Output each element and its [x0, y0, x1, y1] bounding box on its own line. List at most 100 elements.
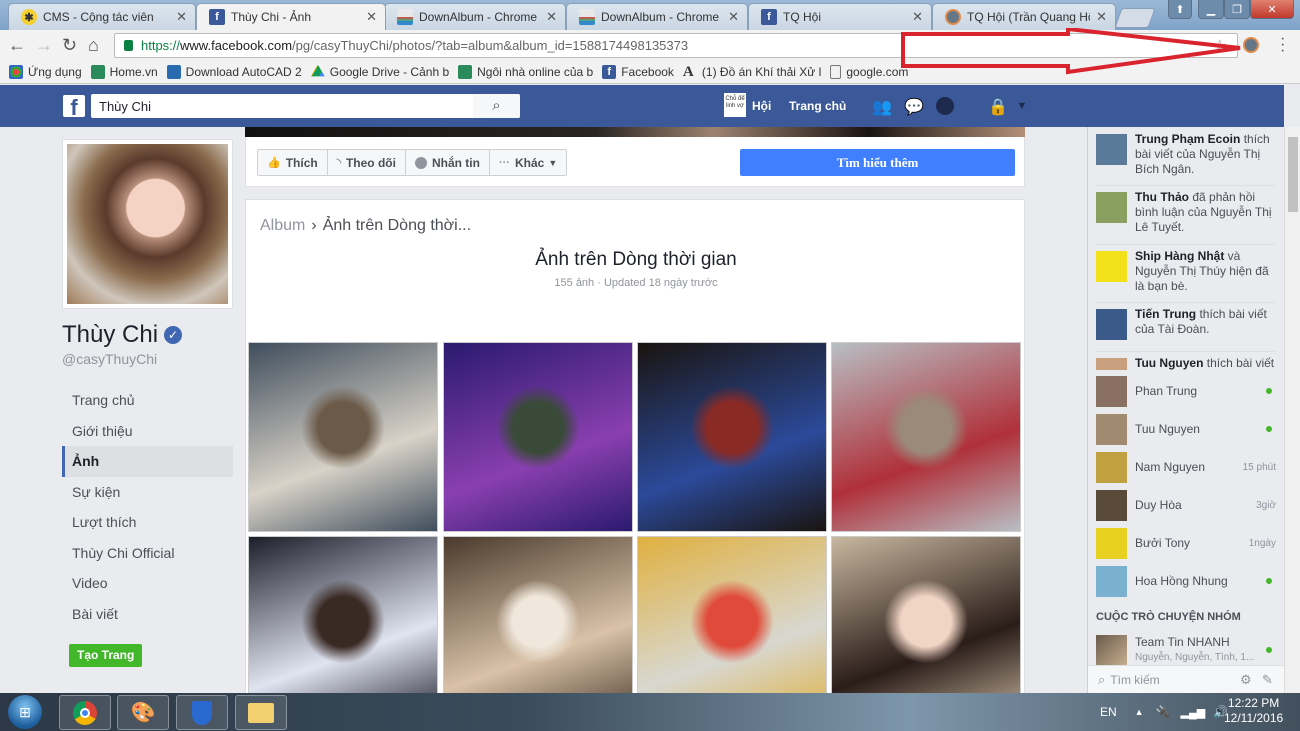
ticker-actor[interactable]: Tuu Nguyen: [1135, 356, 1203, 370]
ticker-item[interactable]: Ship Hàng Nhật và Nguyễn Thị Thúy hiện đ…: [1096, 249, 1276, 294]
new-message-icon[interactable]: ✎: [1262, 672, 1273, 688]
cover-photo[interactable]: [245, 127, 1025, 137]
system-clock[interactable]: 12:22 PM 12/11/2016: [1224, 696, 1283, 726]
friend-requests-icon[interactable]: 👥: [872, 97, 892, 116]
chat-search-input[interactable]: Tìm kiếm: [1110, 673, 1159, 687]
chat-settings-gear-icon[interactable]: ⚙: [1240, 672, 1252, 688]
ticker-item[interactable]: Tiến Trung thích bài viết của Tài Đoàn.: [1096, 307, 1276, 340]
bookmark-facebook[interactable]: f Facebook: [602, 64, 674, 79]
close-tab-icon[interactable]: ✕: [176, 9, 187, 25]
like-button[interactable]: 👍 Thích: [258, 150, 328, 175]
restore-button[interactable]: ❐: [1224, 0, 1250, 19]
nav-home[interactable]: Trang chủ: [789, 99, 846, 113]
nav-group[interactable]: Hội: [752, 99, 771, 113]
page-nav-item[interactable]: Sự kiện: [62, 477, 233, 508]
chat-search-bar[interactable]: ⌕ Tìm kiếm ⚙ ✎: [1088, 665, 1285, 693]
new-tab-button[interactable]: [1114, 8, 1156, 28]
scrollbar-thumb[interactable]: [1288, 137, 1298, 212]
message-button[interactable]: Nhắn tin: [406, 150, 490, 175]
network-signal-icon[interactable]: ▂▄▆: [1181, 706, 1206, 719]
create-page-button[interactable]: Tạo Trang: [69, 644, 143, 667]
learn-more-button[interactable]: Tìm hiểu thêm: [740, 149, 1015, 176]
follow-button[interactable]: ◝ Theo dõi: [328, 150, 406, 175]
close-window-button[interactable]: ✕: [1250, 0, 1294, 19]
taskbar-explorer[interactable]: [235, 695, 287, 730]
chat-contact[interactable]: Tuu Nguyen: [1096, 413, 1276, 445]
tab-thuy-chi-anh[interactable]: f Thùy Chi - Ảnh ✕: [196, 3, 386, 30]
page-nav-item[interactable]: Ảnh: [62, 446, 233, 477]
ticker-item[interactable]: Tuu Nguyen thích bài viết: [1096, 356, 1276, 370]
page-profile-picture[interactable]: [62, 139, 233, 309]
language-indicator[interactable]: EN: [1100, 705, 1117, 719]
ticker-actor[interactable]: Trung Phạm Ecoin: [1135, 132, 1240, 146]
bookmark-apps[interactable]: Ứng dụng: [9, 64, 82, 79]
tab-tq-hoi-image[interactable]: TQ Hội (Trần Quang Hội) ✕: [932, 3, 1116, 30]
bookmark-google[interactable]: google.com: [830, 64, 908, 79]
chat-contact[interactable]: Nam Nguyen 15 phút: [1096, 451, 1276, 483]
more-button[interactable]: ··· Khác ▼: [490, 150, 566, 175]
album-photo[interactable]: [637, 342, 827, 532]
search-button[interactable]: ⌕: [473, 94, 520, 118]
back-button[interactable]: ←: [8, 35, 26, 56]
ticker-item[interactable]: Trung Phạm Ecoin thích bài viết của Nguy…: [1096, 132, 1276, 177]
bookmark-ngoi-nha[interactable]: Ngôi nhà online của b: [458, 64, 594, 79]
home-button[interactable]: ⌂: [88, 35, 99, 56]
account-menu-chevron-icon[interactable]: ▼: [1012, 100, 1032, 118]
close-tab-icon[interactable]: ✕: [1096, 9, 1107, 25]
reload-button[interactable]: ↻: [62, 35, 77, 56]
page-icon: [830, 64, 842, 79]
album-photo[interactable]: [443, 342, 633, 532]
bookmark-do-an[interactable]: A (1) Đồ án Khí thải Xử l: [683, 64, 821, 79]
facebook-logo[interactable]: f: [63, 95, 85, 117]
privacy-lock-icon[interactable]: 🔒: [988, 97, 1008, 116]
page-nav-item[interactable]: Lượt thích: [62, 507, 233, 538]
close-tab-icon[interactable]: ✕: [912, 9, 923, 25]
close-tab-icon[interactable]: ✕: [366, 9, 377, 25]
page-nav-item[interactable]: Giới thiệu: [62, 416, 233, 447]
user-profile-button[interactable]: ⬆: [1168, 0, 1192, 19]
chat-group-team-tin-nhanh[interactable]: Team Tin NHANH Nguyễn, Nguyễn, Tình, 1...: [1096, 633, 1276, 667]
contact-name: Nam Nguyen: [1135, 460, 1206, 474]
minimize-button[interactable]: ▁: [1198, 0, 1224, 19]
ticker-actor[interactable]: Thu Thảo: [1135, 190, 1189, 204]
bookmark-autocad[interactable]: Download AutoCAD 2: [166, 64, 302, 79]
bookmark-label: Ngôi nhà online của b: [477, 64, 594, 79]
tab-downalbum-1[interactable]: DownAlbum - Chrome W ✕: [384, 3, 566, 30]
bookmark-homevn[interactable]: Home.vn: [90, 64, 158, 79]
page-nav-item[interactable]: Bài viết: [62, 599, 233, 630]
page-nav-item[interactable]: Thùy Chi Official: [62, 538, 233, 569]
taskbar-chrome[interactable]: [59, 695, 111, 730]
page-scrollbar[interactable]: [1284, 127, 1300, 693]
ticker-item[interactable]: Thu Thảo đã phản hồi bình luận của Nguyễ…: [1096, 190, 1276, 235]
tab-tq-hoi[interactable]: f TQ Hội ✕: [748, 3, 932, 30]
album-photo[interactable]: [248, 342, 438, 532]
close-tab-icon[interactable]: ✕: [546, 9, 557, 25]
chat-contact[interactable]: Hoa Hồng Nhung: [1096, 565, 1276, 597]
taskbar-security[interactable]: [176, 695, 228, 730]
page-nav-item[interactable]: Video: [62, 568, 233, 599]
tab-downalbum-2[interactable]: DownAlbum - Chrome W ✕: [566, 3, 748, 30]
close-tab-icon[interactable]: ✕: [728, 9, 739, 25]
chat-contact[interactable]: Bưởi Tony 1ngày: [1096, 527, 1276, 559]
taskbar-paint[interactable]: 🎨: [117, 695, 169, 730]
facebook-search-input[interactable]: Thùy Chi: [91, 94, 520, 118]
page-name[interactable]: Thùy Chi ✓: [62, 321, 183, 349]
chat-contact[interactable]: Duy Hòa 3giờ: [1096, 489, 1276, 521]
breadcrumb-album-link[interactable]: Album: [260, 217, 305, 234]
downalbum-extension-icon[interactable]: [1243, 37, 1259, 53]
ticker-actor[interactable]: Tiến Trung: [1135, 307, 1196, 321]
group-members: Nguyễn, Nguyễn, Tình, 1...: [1135, 652, 1255, 663]
page-nav-item[interactable]: Trang chủ: [62, 385, 233, 416]
ticker-actor[interactable]: Ship Hàng Nhật: [1135, 249, 1224, 263]
chat-contact[interactable]: Phan Trung: [1096, 375, 1276, 407]
notifications-globe-icon[interactable]: [936, 97, 954, 115]
forward-button[interactable]: →: [35, 35, 53, 56]
show-hidden-icons-icon[interactable]: ▲: [1135, 707, 1144, 717]
album-photo[interactable]: [831, 342, 1021, 532]
messages-icon[interactable]: 💬: [904, 97, 924, 116]
chrome-menu-icon[interactable]: · · ·: [1280, 31, 1285, 59]
start-button[interactable]: ⊞: [8, 695, 42, 729]
tab-cms[interactable]: ✱ CMS - Cộng tác viên ✕: [8, 3, 196, 30]
bookmark-google-drive[interactable]: Google Drive - Cảnh b: [310, 64, 449, 79]
power-plug-icon[interactable]: 🔌: [1156, 705, 1171, 719]
